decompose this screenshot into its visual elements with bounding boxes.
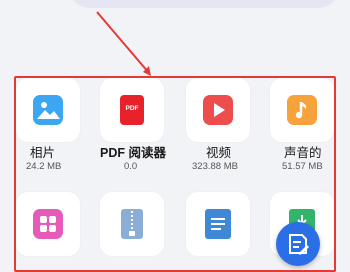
- edit-note-fab[interactable]: [276, 222, 320, 266]
- search-bar[interactable]: [70, 0, 338, 8]
- edit-note-icon: [289, 234, 309, 255]
